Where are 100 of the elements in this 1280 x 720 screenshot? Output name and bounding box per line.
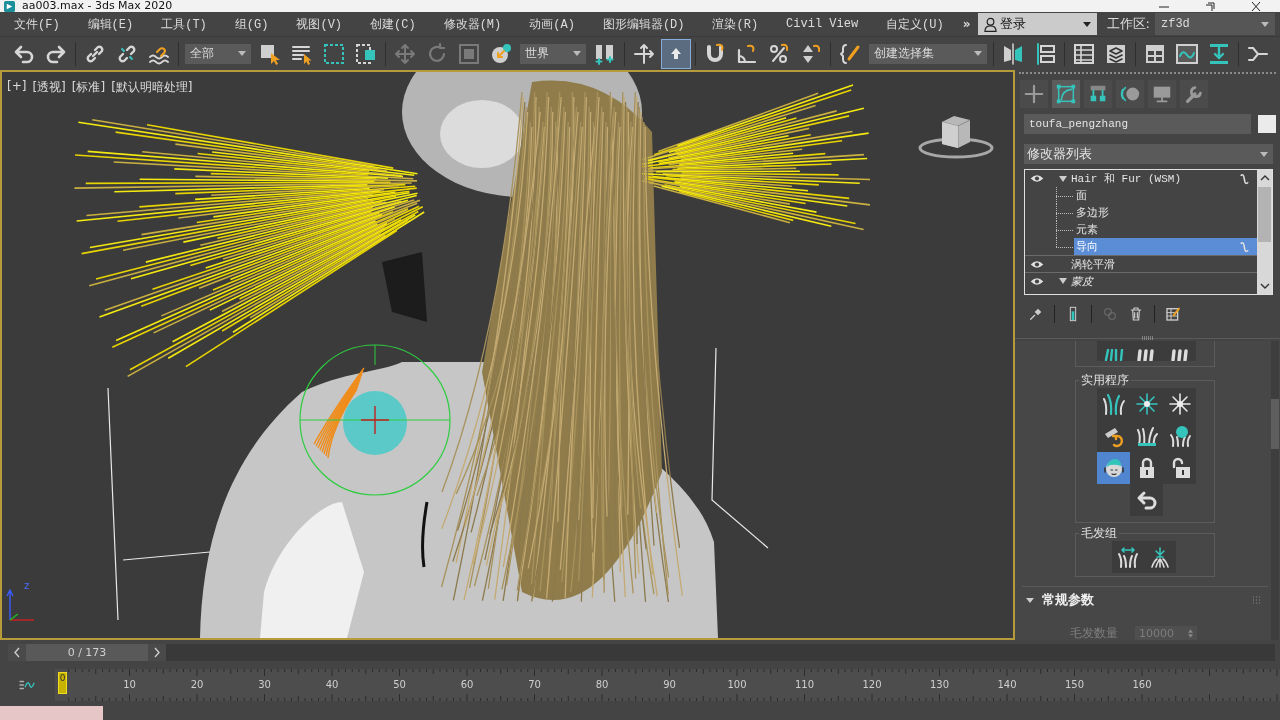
stack-scrollbar[interactable] (1257, 170, 1272, 294)
hair-tool-button[interactable] (1097, 341, 1130, 361)
brush-gizmo-drawing[interactable] (299, 344, 451, 496)
object-name-field[interactable]: toufa_pengzhang (1024, 114, 1251, 134)
caret-icon (1261, 21, 1269, 27)
eye-icon[interactable] (1030, 174, 1044, 183)
rollout-title[interactable]: 常规参数 (1042, 591, 1094, 609)
caret-icon (573, 51, 581, 56)
restore-icon[interactable] (1204, 1, 1216, 11)
frame-number: 90 (662, 678, 677, 691)
face-icon (1101, 456, 1126, 480)
coordinate-system-dropdown[interactable]: 世界 (520, 43, 586, 64)
axis-label: z (24, 580, 30, 591)
expand-arrow-icon[interactable] (1059, 175, 1067, 182)
viewport-label[interactable]: [默认明暗处理] (111, 79, 193, 96)
trash-icon[interactable] (1128, 306, 1144, 322)
frame-number: 100 (726, 678, 748, 691)
modifier-stack-item[interactable]: 多边形 (1074, 204, 1257, 221)
modifier-stack-item[interactable]: Hair 和 Fur (WSM) (1071, 170, 1257, 187)
configure-icon[interactable] (1165, 306, 1181, 322)
menu-item[interactable]: 工具(T) (147, 13, 221, 35)
hair-tool-button[interactable] (1130, 484, 1163, 516)
selection-filter-dropdown[interactable]: 全部 (185, 43, 251, 64)
menu-overflow-button[interactable]: » (957, 13, 976, 35)
frame-number: 80 (594, 678, 610, 691)
caret-icon (974, 51, 982, 56)
color-swatch-icon[interactable] (1258, 115, 1276, 133)
crosshair-icon[interactable] (632, 41, 656, 66)
viewport-panel[interactable]: [+] [透视] [标准] [默认明暗处理] z (0, 70, 1015, 640)
hair-tool-button[interactable] (1144, 541, 1176, 573)
collapse-arrow-icon[interactable] (1026, 596, 1034, 604)
braces-pencil-icon[interactable] (838, 41, 862, 66)
scrollbar[interactable] (1271, 341, 1279, 640)
hierarchy-tab[interactable] (1084, 80, 1112, 108)
frame-number: 130 (928, 678, 951, 691)
menu-item[interactable]: 视图(V) (282, 13, 357, 35)
script-listener-field[interactable] (0, 706, 103, 720)
sparkle-icon (1167, 392, 1192, 416)
download-bar-icon[interactable] (1207, 41, 1231, 66)
frame-number: 50 (392, 678, 407, 691)
grass-icon (1101, 392, 1126, 416)
current-frame-marker[interactable]: 0 (58, 672, 67, 694)
timeline-ruler[interactable]: 10 20 30 40 50 60 70 80 90 100 110 120 130 140 150 160 0 (55, 669, 1280, 701)
mirror-icon[interactable] (1001, 41, 1025, 66)
pin-icon[interactable] (1028, 306, 1044, 322)
named-selection-dropdown[interactable]: 创建选择集 (869, 43, 987, 64)
eye-icon[interactable] (1030, 259, 1044, 269)
viewport-label[interactable]: [标准] (71, 79, 106, 96)
menu-item[interactable]: 图形编辑器(D) (588, 13, 699, 35)
modifier-stack-item[interactable]: 蒙皮 (1071, 272, 1257, 290)
hair-tool-button[interactable] (1097, 452, 1130, 484)
caret-down-icon[interactable] (1259, 283, 1270, 289)
menu-item[interactable]: Civil View (772, 13, 873, 35)
modifier-stack-item[interactable]: 面 (1074, 187, 1257, 204)
table-icon[interactable] (1072, 41, 1096, 66)
hair-tool-button[interactable] (1163, 341, 1196, 361)
grass-split-icon (1148, 545, 1172, 569)
shortcut-override-button[interactable] (661, 38, 691, 69)
caret-icon (1260, 151, 1268, 157)
menu-item[interactable]: 动画(A) (515, 13, 589, 35)
app-logo-icon (4, 0, 15, 12)
modifier-stack-item[interactable]: 元素 (1074, 221, 1257, 238)
grip-dots-icon[interactable] (1252, 596, 1260, 604)
hair-tool-button[interactable] (1112, 541, 1144, 573)
time-slider-thumb[interactable]: 0 / 173 (8, 644, 166, 661)
curve-editor-toggle-icon[interactable] (18, 678, 36, 692)
modifier-list-dropdown[interactable]: 修改器列表 (1024, 144, 1273, 164)
window-crossing-icon[interactable] (354, 41, 378, 66)
menu-item[interactable]: 修改器(M) (429, 13, 516, 35)
caret-icon (1082, 21, 1091, 27)
rect-selection-icon[interactable] (322, 41, 346, 66)
workspace-dropdown[interactable]: zf3d (1155, 13, 1275, 35)
chevron-right-icon[interactable] (148, 644, 166, 661)
create-tab[interactable] (1020, 80, 1048, 108)
menu-item[interactable]: 组(G) (220, 13, 283, 35)
sign-in-dropdown[interactable]: 登录 (977, 13, 1097, 35)
eye-icon[interactable] (1030, 276, 1044, 286)
frame-number: 30 (257, 678, 272, 691)
display-tab[interactable] (1148, 80, 1176, 108)
menu-item[interactable]: 编辑(E) (73, 13, 148, 35)
viewport-label[interactable]: [+] (7, 79, 27, 96)
modify-tab[interactable] (1052, 80, 1080, 108)
menu-item[interactable]: 文件(F) (0, 13, 74, 35)
viewport-label[interactable]: [透视] (32, 79, 66, 96)
grip-dots-icon[interactable] (1140, 336, 1155, 340)
time-slider-track[interactable]: 0 / 173 (8, 644, 1275, 661)
menu-item[interactable]: 渲染(R) (698, 13, 773, 35)
caret-icon (238, 51, 246, 56)
percent-snap-icon[interactable] (767, 41, 791, 66)
chevron-left-icon[interactable] (8, 644, 26, 661)
curve-window-icon[interactable] (1175, 41, 1199, 66)
close-icon[interactable] (1250, 1, 1262, 11)
motion-tab[interactable] (1116, 80, 1144, 108)
utilities-tab[interactable] (1180, 80, 1208, 108)
menu-item[interactable]: 创建(C) (356, 13, 430, 35)
menu-item[interactable]: 自定义(U) (872, 13, 958, 35)
caret-up-icon[interactable] (1259, 175, 1270, 181)
expand-arrow-icon[interactable] (1059, 278, 1067, 284)
modifier-stack-item[interactable]: 涡轮平滑 (1071, 255, 1257, 273)
sphere-arrow-icon[interactable] (489, 41, 513, 66)
